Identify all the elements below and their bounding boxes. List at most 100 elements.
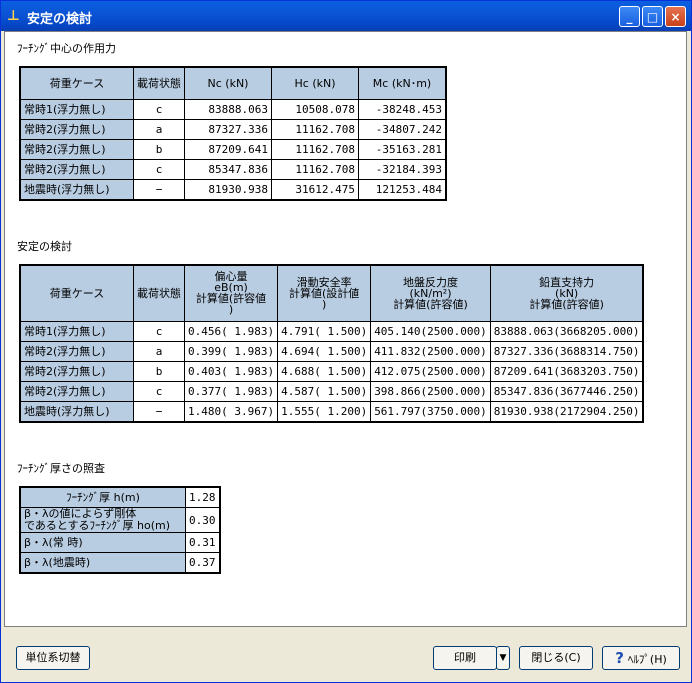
table-cell: a bbox=[133, 340, 185, 362]
row-label: 常時1(浮力無し) bbox=[19, 98, 134, 120]
table-cell: -34807.242 bbox=[358, 118, 447, 140]
row-label: β・λ(常 時) bbox=[19, 532, 186, 553]
table-row: 地震時(浮力無し) −1.480( 3.967) 1.555( 1.200) 561.… bbox=[19, 400, 644, 422]
table-cell: 0.31 bbox=[185, 532, 220, 553]
table-cell: 0.399( 1.983) bbox=[183, 340, 279, 362]
table-cell: 10508.078 bbox=[271, 98, 359, 120]
section-title-forces: ﾌｰﾁﾝｸﾞ中心の作用力 bbox=[17, 42, 116, 55]
table-cell: c bbox=[133, 98, 185, 120]
table-cell: 85347.836 bbox=[184, 158, 272, 180]
table-cell: 11162.708 bbox=[271, 118, 359, 140]
row-label: 地震時(浮力無し) bbox=[19, 178, 134, 200]
row-label: 常時2(浮力無し) bbox=[19, 138, 134, 160]
table-cell: 121253.484 bbox=[358, 178, 447, 200]
row-label: 常時1(浮力無し) bbox=[19, 320, 134, 342]
table-cell: 87327.336 bbox=[184, 118, 272, 140]
table-cell: 83888.063(3668205.000) bbox=[489, 320, 644, 342]
forces-table: 荷重ケース 載荷状態 Nc (kN) Hc (kN) Mc (kN･m) 常時1… bbox=[19, 66, 447, 201]
col-header: 載荷状態 bbox=[133, 66, 185, 100]
col-header: 荷重ケース bbox=[19, 264, 134, 322]
table-cell: 1.28 bbox=[185, 486, 220, 508]
stability-table: 荷重ケース 載荷状態 偏心量 eB(m) 計算値(許容値 ) 滑動安全率 計算値… bbox=[19, 264, 645, 423]
table-cell: 87209.641 bbox=[184, 138, 272, 160]
row-label: 常時2(浮力無し) bbox=[19, 158, 134, 180]
table-cell: 81930.938(2172904.250) bbox=[489, 400, 644, 422]
help-label: ﾍﾙﾌﾟ(H) bbox=[627, 653, 667, 666]
print-button[interactable]: 印刷 bbox=[433, 646, 497, 670]
table-cell: 4.688( 1.500) bbox=[277, 360, 372, 382]
minimize-button[interactable]: _ bbox=[619, 6, 640, 27]
thickness-table: ﾌｰﾁﾝｸﾞ厚 h(m) 1.28 β・λの値によらず剛体 であるとするﾌｰﾁﾝｸﾞ… bbox=[19, 486, 221, 574]
close-button[interactable]: 閉じる(C) bbox=[519, 646, 593, 670]
table-row: 常時2(浮力無し) c 85347.836 11162.708 -32184.393 bbox=[19, 158, 447, 180]
table-cell: 81930.938 bbox=[184, 178, 272, 200]
table-row: 常時2(浮力無し) a 87327.336 11162.708 -34807.242 bbox=[19, 118, 447, 140]
row-label: ﾌｰﾁﾝｸﾞ厚 h(m) bbox=[19, 486, 186, 508]
table-cell: -38248.453 bbox=[358, 98, 447, 120]
table-cell: 0.37 bbox=[185, 552, 220, 574]
table-cell: -35163.281 bbox=[358, 138, 447, 160]
table-cell: 398.866(2500.000) bbox=[370, 380, 491, 402]
table-cell: c bbox=[133, 320, 185, 342]
table-cell: − bbox=[133, 400, 185, 422]
unit-switch-button[interactable]: 単位系切替 bbox=[16, 646, 90, 670]
row-label: 常時2(浮力無し) bbox=[19, 380, 134, 402]
row-label: β・λの値によらず剛体 であるとするﾌｰﾁﾝｸﾞ厚 ho(m) bbox=[19, 507, 186, 533]
table-cell: b bbox=[133, 360, 185, 382]
table-cell: 87327.336(3688314.750) bbox=[489, 340, 644, 362]
close-window-button[interactable]: × bbox=[665, 6, 686, 27]
table-row: 常時2(浮力無し) b 0.403( 1.983) 4.688( 1.500) 412.… bbox=[19, 360, 644, 382]
section-title-thickness: ﾌｰﾁﾝｸﾞ厚さの照査 bbox=[17, 462, 105, 475]
table-row: 常時2(浮力無し) b 87209.641 11162.708 -35163.281 bbox=[19, 138, 447, 160]
table-cell: 411.832(2500.000) bbox=[370, 340, 491, 362]
row-label: 常時2(浮力無し) bbox=[19, 340, 134, 362]
table-cell: 85347.836(3677446.250) bbox=[489, 380, 644, 402]
table-cell: 0.30 bbox=[185, 507, 220, 533]
help-icon: ? bbox=[615, 649, 624, 667]
table-row: β・λ(地震時) 0.37 bbox=[19, 552, 220, 574]
print-dropdown-arrow[interactable]: ▼ bbox=[496, 646, 510, 670]
col-header: 荷重ケース bbox=[19, 66, 134, 100]
col-header: Hc (kN) bbox=[271, 66, 359, 100]
table-row: 常時1(浮力無し) c 83888.063 10508.078 -38248.453 bbox=[19, 98, 447, 120]
table-cell: 405.140(2500.000) bbox=[370, 320, 491, 342]
table-cell: 4.694( 1.500) bbox=[277, 340, 372, 362]
col-header: 鉛直支持力 (kN) 計算値(許容値) bbox=[489, 264, 644, 322]
table-cell: 561.797(3750.000) bbox=[370, 400, 491, 422]
table-row: 常時1(浮力無し) c 0.456( 1.983) 4.791( 1.500) 405.… bbox=[19, 320, 644, 342]
table-cell: 4.791( 1.500) bbox=[277, 320, 372, 342]
col-header: 滑動安全率 計算値(設計値 ) bbox=[277, 264, 372, 322]
col-header: Nc (kN) bbox=[184, 66, 272, 100]
table-cell: a bbox=[133, 118, 185, 140]
table-row: β・λ(常 時) 0.31 bbox=[19, 532, 220, 553]
window: ⊥ 安定の検討 _ □ × ﾌｰﾁﾝｸﾞ中心の作用力 荷重ケース 載荷状態 Nc… bbox=[0, 0, 692, 683]
row-label: β・λ(地震時) bbox=[19, 552, 186, 574]
table-cell: 87209.641(3683203.750) bbox=[489, 360, 644, 382]
table-cell: -32184.393 bbox=[358, 158, 447, 180]
table-row: 地震時(浮力無し) −81930.938 31612.475 121253.484 bbox=[19, 178, 447, 200]
table-row: 常時2(浮力無し) c 0.377( 1.983) 4.587( 1.500) 398.… bbox=[19, 380, 644, 402]
table-cell: 31612.475 bbox=[271, 178, 359, 200]
table-cell: 0.456( 1.983) bbox=[183, 320, 279, 342]
help-button[interactable]: ? ﾍﾙﾌﾟ(H) bbox=[602, 646, 680, 670]
table-cell: 1.480( 3.967) bbox=[183, 400, 279, 422]
row-label: 常時2(浮力無し) bbox=[19, 360, 134, 382]
table-cell: 11162.708 bbox=[271, 138, 359, 160]
table-cell: c bbox=[133, 380, 185, 402]
app-icon: ⊥ bbox=[7, 8, 20, 24]
row-label: 常時2(浮力無し) bbox=[19, 118, 134, 140]
col-header: 地盤反力度 (kN/m²) 計算値(許容値) bbox=[370, 264, 491, 322]
table-row: ﾌｰﾁﾝｸﾞ厚 h(m) 1.28 bbox=[19, 486, 220, 508]
table-cell: c bbox=[133, 158, 185, 180]
table-cell: 4.587( 1.500) bbox=[277, 380, 372, 402]
table-cell: 83888.063 bbox=[184, 98, 272, 120]
col-header: 偏心量 eB(m) 計算値(許容値 ) bbox=[183, 264, 279, 322]
table-cell: 0.403( 1.983) bbox=[183, 360, 279, 382]
table-cell: 412.075(2500.000) bbox=[370, 360, 491, 382]
content-area: ﾌｰﾁﾝｸﾞ中心の作用力 荷重ケース 載荷状態 Nc (kN) Hc (kN) … bbox=[4, 31, 687, 627]
maximize-button[interactable]: □ bbox=[642, 6, 663, 27]
col-header: 載荷状態 bbox=[133, 264, 185, 322]
title-bar[interactable]: ⊥ 安定の検討 _ □ × bbox=[1, 1, 691, 31]
table-row: 常時2(浮力無し) a 0.399( 1.983) 4.694( 1.500) 411.… bbox=[19, 340, 644, 362]
table-row: β・λの値によらず剛体 であるとするﾌｰﾁﾝｸﾞ厚 ho(m) 0.30 bbox=[19, 507, 220, 533]
